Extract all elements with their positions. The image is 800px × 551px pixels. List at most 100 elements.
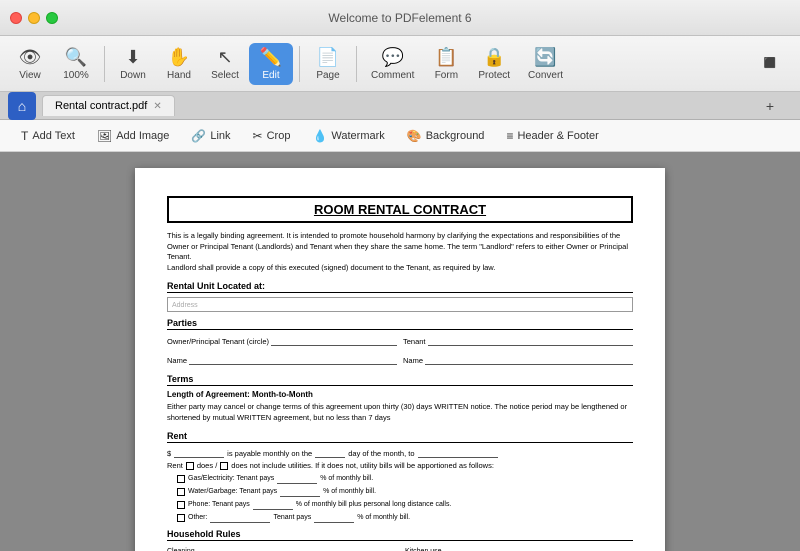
crop-button[interactable]: ✂ Crop	[244, 124, 300, 148]
other-util-suffix: % of monthly bill.	[357, 514, 410, 521]
phone-row: Phone: Tenant pays % of monthly bill plu…	[177, 499, 633, 510]
toolbar-edit[interactable]: ✏️ Edit	[249, 43, 293, 85]
tenant-field-row: Tenant	[403, 334, 633, 346]
comment-icon: 💬	[381, 47, 403, 68]
edit-icon: ✏️	[260, 47, 282, 68]
expand-icon: ⬛	[764, 58, 776, 69]
toolbar-protect[interactable]: 🔒 Protect	[470, 43, 518, 85]
owner-label: Owner/Principal Tenant (circle)	[167, 337, 269, 346]
water-suffix: % of monthly bill.	[323, 488, 376, 495]
other-util-checkbox[interactable]	[177, 514, 185, 522]
background-icon: 🎨	[407, 129, 422, 143]
toolbar-view[interactable]: 👁 View	[8, 43, 52, 85]
address-placeholder: Address	[172, 302, 198, 309]
toolbar-page[interactable]: 📄 Page	[306, 43, 350, 85]
separator2	[299, 46, 300, 82]
background-button[interactable]: 🎨 Background	[398, 124, 494, 148]
length-label: Length of Agreement: Month-to-Month	[167, 390, 633, 399]
dollar-sign: $	[167, 449, 171, 458]
toolbar-select[interactable]: ↖ Select	[203, 43, 247, 85]
gas-checkbox[interactable]	[177, 475, 185, 483]
toolbar-hand-label: Hand	[167, 70, 191, 81]
tab-filename: Rental contract.pdf	[55, 100, 147, 112]
household-rules-title: Household Rules	[167, 529, 633, 541]
link-icon: 🔗	[191, 129, 206, 143]
phone-checkbox[interactable]	[177, 501, 185, 509]
owner-field[interactable]	[271, 334, 397, 346]
toolbar-comment[interactable]: 💬 Comment	[363, 43, 422, 85]
link-label: Link	[210, 130, 230, 142]
maximize-button[interactable]	[46, 12, 58, 24]
rule-kitchen-field[interactable]	[444, 545, 633, 551]
address-field[interactable]: Address	[167, 297, 633, 312]
name2-field[interactable]	[425, 353, 633, 365]
phone-field[interactable]	[253, 499, 293, 510]
other-util-pct-field[interactable]	[314, 512, 354, 523]
watermark-icon: 💧	[312, 129, 327, 143]
document-tab[interactable]: Rental contract.pdf ✕	[42, 95, 175, 116]
toolbar-convert[interactable]: 🔄 Convert	[520, 43, 571, 85]
crop-icon: ✂	[253, 129, 263, 143]
other-util-field[interactable]	[210, 512, 270, 523]
other-util-text: Tenant pays	[273, 514, 311, 521]
main-toolbar: 👁 View 🔍 100% ⬇ Down ✋ Hand ↖ Select ✏️ …	[0, 36, 800, 92]
close-button[interactable]	[10, 12, 22, 24]
add-text-button[interactable]: T Add Text	[12, 124, 84, 148]
water-label: Water/Garbage: Tenant pays	[188, 488, 277, 495]
toolbar-select-label: Select	[211, 70, 239, 81]
rent-amount-field[interactable]	[174, 447, 224, 458]
header-footer-label: Header & Footer	[517, 130, 598, 142]
separator3	[356, 46, 357, 82]
gas-row: Gas/Electricity: Tenant pays % of monthl…	[177, 473, 633, 484]
toolbar-expand[interactable]: ⬛	[748, 54, 792, 73]
name2-label: Name	[403, 356, 423, 365]
phone-suffix: % of monthly bill plus personal long dis…	[296, 501, 452, 508]
page-icon: 📄	[317, 47, 339, 68]
name1-field[interactable]	[189, 353, 397, 365]
watermark-button[interactable]: 💧 Watermark	[303, 124, 393, 148]
parties-names: Owner/Principal Tenant (circle) Tenant	[167, 334, 633, 349]
rent-day-field[interactable]	[315, 447, 345, 458]
tab-close-button[interactable]: ✕	[153, 101, 161, 112]
gas-field[interactable]	[277, 473, 317, 484]
document-title: ROOM RENTAL CONTRACT	[167, 196, 633, 223]
toolbar-zoom[interactable]: 🔍 100%	[54, 43, 98, 85]
name2-row: Name	[403, 353, 633, 365]
toolbar-hand[interactable]: ✋ Hand	[157, 43, 201, 85]
tenant-field[interactable]	[428, 334, 633, 346]
rule-cleaning-field[interactable]	[197, 545, 395, 551]
does-text: does /	[197, 461, 217, 470]
other-utility-row: Other: Tenant pays % of monthly bill.	[177, 512, 633, 523]
toolbar-form[interactable]: 📋 Form	[424, 43, 468, 85]
pdf-page: ROOM RENTAL CONTRACT This is a legally b…	[135, 168, 665, 551]
toolbar-protect-label: Protect	[478, 70, 510, 81]
water-field[interactable]	[280, 486, 320, 497]
add-text-icon: T	[21, 129, 28, 143]
toolbar-down[interactable]: ⬇ Down	[111, 43, 155, 85]
header-footer-icon: ≡	[506, 129, 513, 143]
form-icon: 📋	[435, 47, 457, 68]
view-icon: 👁	[19, 47, 42, 68]
home-button[interactable]: ⌂	[8, 92, 36, 120]
not-includes-checkbox[interactable]	[220, 462, 228, 470]
terms-section: Terms Length of Agreement: Month-to-Mont…	[167, 374, 633, 423]
water-checkbox[interactable]	[177, 488, 185, 496]
add-image-button[interactable]: 🖼 Add Image	[88, 124, 178, 148]
main-content-area[interactable]: ROOM RENTAL CONTRACT This is a legally b…	[0, 152, 800, 551]
gas-label: Gas/Electricity: Tenant pays	[188, 475, 274, 482]
title-bar: Welcome to PDFelement 6	[0, 0, 800, 36]
header-footer-button[interactable]: ≡ Header & Footer	[497, 124, 607, 148]
rent-section: Rent $ is payable monthly on the day of …	[167, 431, 633, 523]
tab-add-button[interactable]: +	[748, 96, 792, 116]
toolbar-down-label: Down	[120, 70, 146, 81]
minimize-button[interactable]	[28, 12, 40, 24]
rent-line: $ is payable monthly on the day of the m…	[167, 447, 633, 458]
rent-payee-field[interactable]	[418, 447, 498, 458]
terms-title: Terms	[167, 374, 633, 386]
traffic-lights	[10, 12, 58, 24]
link-button[interactable]: 🔗 Link	[182, 124, 239, 148]
includes-checkbox[interactable]	[186, 462, 194, 470]
add-image-label: Add Image	[116, 130, 169, 142]
toolbar-comment-label: Comment	[371, 70, 414, 81]
tenant-label: Tenant	[403, 337, 426, 346]
